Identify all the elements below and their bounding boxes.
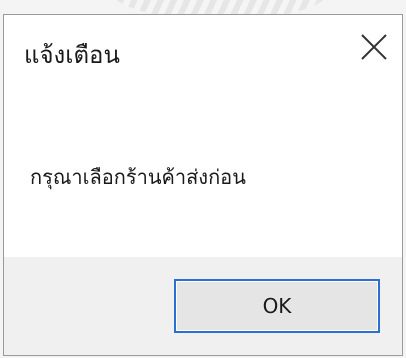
close-icon xyxy=(354,27,394,67)
close-button[interactable] xyxy=(354,27,394,67)
alert-dialog: แจ้งเตือน กรุณาเลือกร้านค้าส่งก่อน OK xyxy=(3,14,403,356)
dialog-title: แจ้งเตือน xyxy=(24,41,120,69)
dialog-titlebar: แจ้งเตือน xyxy=(4,15,402,77)
dialog-message: กรุณาเลือกร้านค้าส่งก่อน xyxy=(30,165,246,189)
dialog-footer: OK xyxy=(4,257,402,355)
ok-button[interactable]: OK xyxy=(174,279,380,333)
